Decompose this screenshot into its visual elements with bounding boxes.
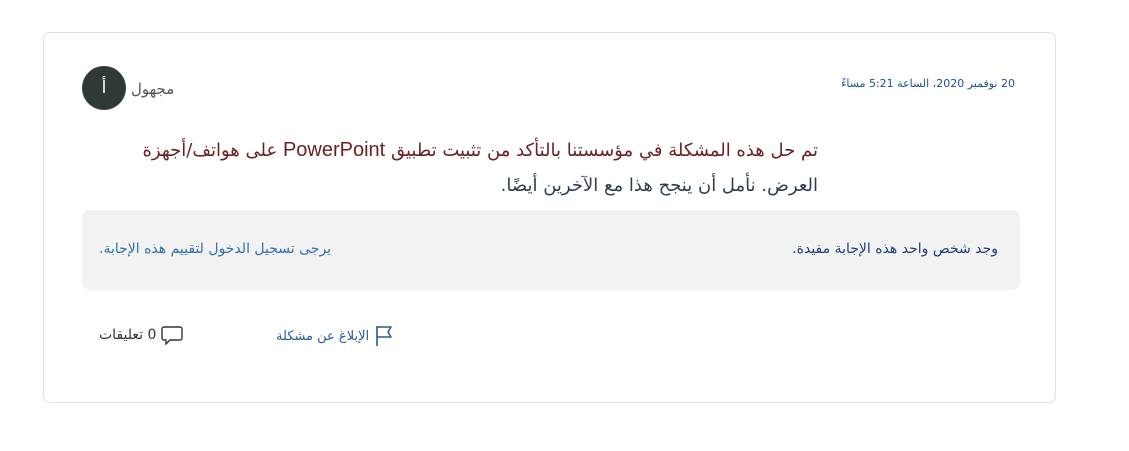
author-name: مجهول (131, 80, 175, 98)
avatar-letter: أ (101, 78, 107, 98)
answer-text-part1: تم حل هذه المشكلة في مؤسستنا بالتأكد من … (390, 140, 818, 161)
answer-body: تم حل هذه المشكلة في مؤسستنا بالتأكد من … (78, 133, 818, 203)
comments-button[interactable]: 0 تعليقات (99, 325, 184, 345)
flag-icon (374, 325, 394, 347)
login-to-rate-link[interactable]: يرجى تسجيل الدخول لتقييم هذه الإجابة. (99, 241, 331, 257)
app-name: PowerPoint (282, 139, 386, 161)
report-issue-button[interactable]: الإبلاغ عن مشكلة (276, 325, 394, 347)
answer-text-part2: على هواتف/أجهزة (142, 140, 278, 161)
post-date: 20 نوفمبر 2020، الساعة 5:21 مساءً (841, 77, 1015, 90)
helpful-count-text: وجد شخص واحد هذه الإجابة مفيدة. (792, 241, 998, 257)
helpfulness-panel: وجد شخص واحد هذه الإجابة مفيدة. يرجى تسج… (82, 210, 1020, 290)
answer-line-1: تم حل هذه المشكلة في مؤسستنا بالتأكد من … (78, 133, 818, 168)
answer-card: أ مجهول 20 نوفمبر 2020، الساعة 5:21 مساء… (43, 32, 1056, 403)
comment-icon (161, 325, 184, 345)
report-label: الإبلاغ عن مشكلة (276, 328, 370, 344)
avatar: أ (82, 66, 126, 110)
answer-line-2: العرض. نأمل أن ينجح هذا مع الآخرين أيضًا… (500, 175, 818, 196)
comments-label: 0 تعليقات (99, 327, 157, 343)
